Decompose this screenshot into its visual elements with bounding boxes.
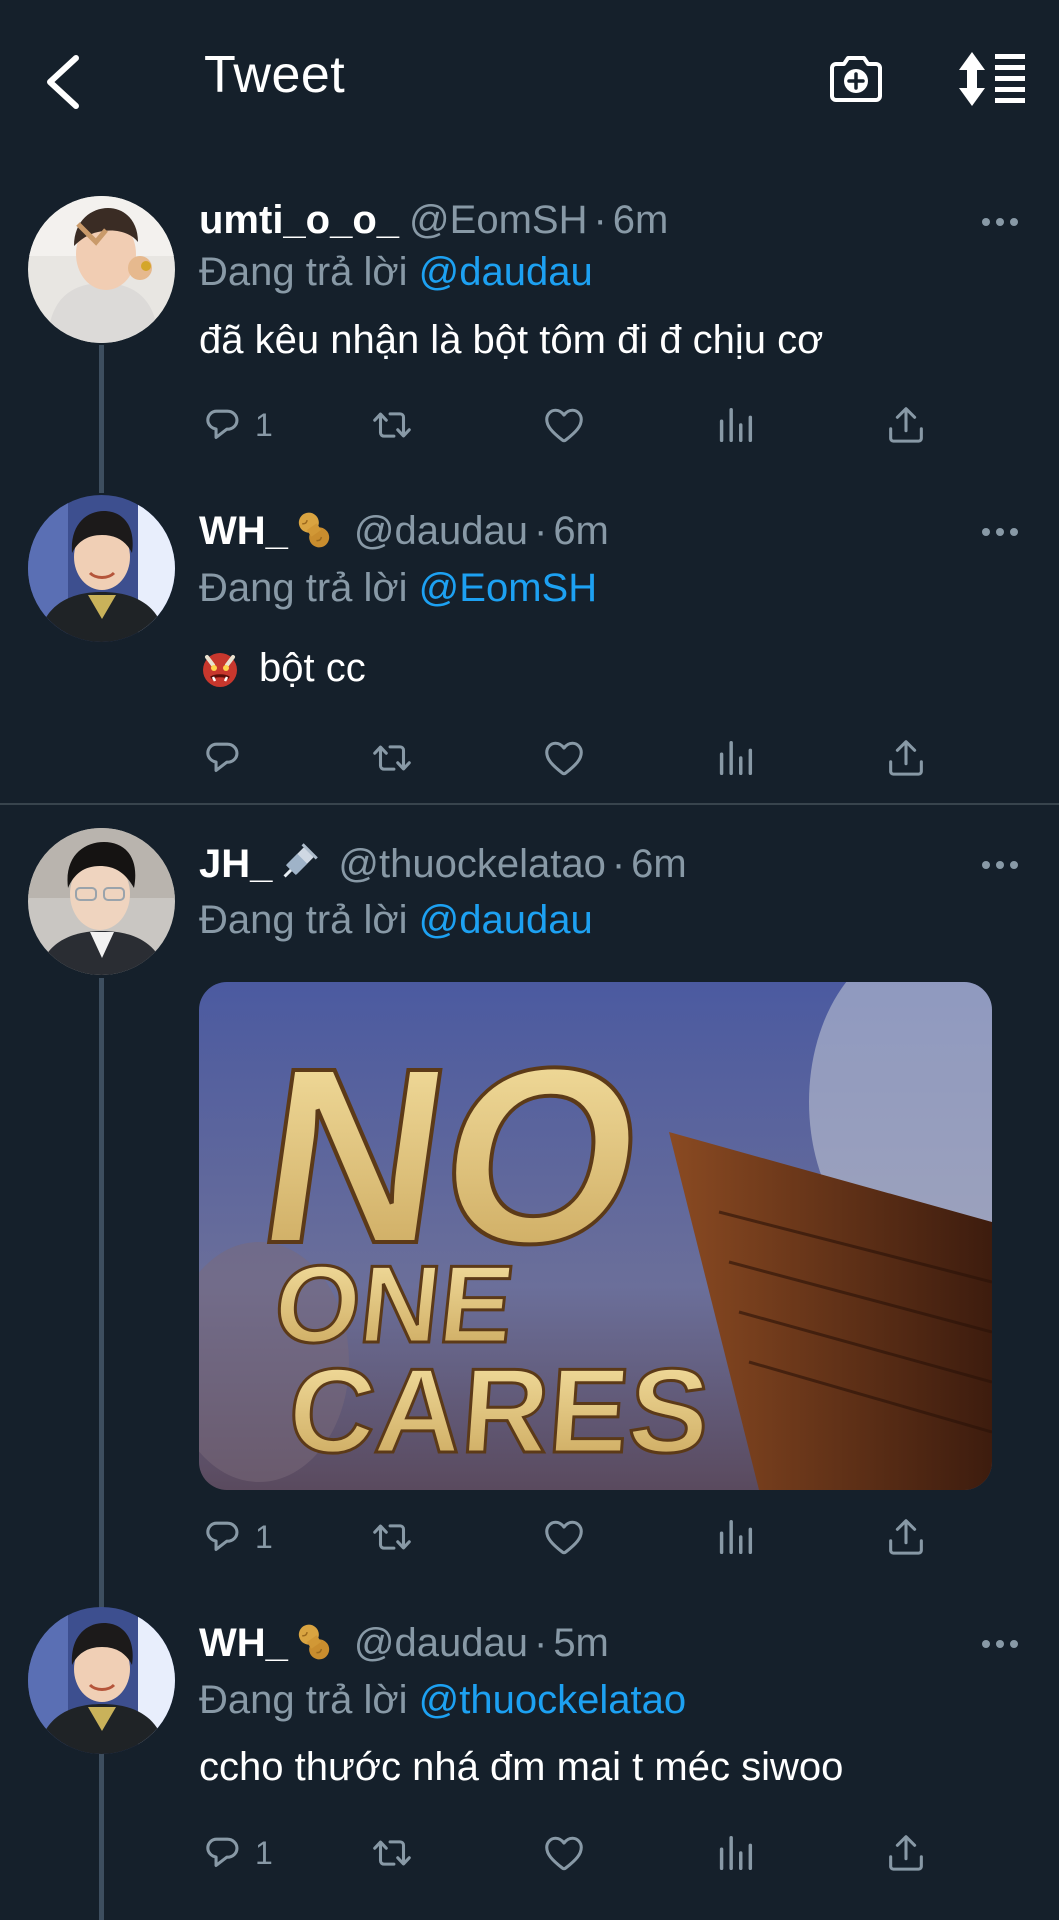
avatar[interactable] [28, 1607, 175, 1754]
handle[interactable]: @daudau [354, 1621, 528, 1665]
stats-button[interactable] [712, 1828, 758, 1878]
like-button[interactable] [541, 1828, 587, 1878]
share-button[interactable] [883, 1828, 929, 1878]
retweet-button[interactable] [369, 1828, 415, 1878]
heart-icon [541, 1830, 587, 1876]
tweet[interactable]: WH_ @daudau · 5m Đang trả lời @thuockelatao… [0, 0, 1059, 1920]
separator: · [533, 1621, 548, 1665]
replying-to-label: Đang trả lời [199, 1678, 408, 1722]
share-icon [883, 1830, 929, 1876]
reply-count: 1 [255, 1834, 273, 1871]
tweet-actions: 1 [199, 1828, 939, 1878]
peanut-icon [292, 1622, 336, 1662]
display-name[interactable]: WH_ [199, 1621, 288, 1665]
reply-button[interactable]: 1 [199, 1828, 273, 1878]
tweet-text: ccho thước nhá đm mai t méc siwoo [199, 1745, 844, 1789]
replying-to: Đang trả lời @thuockelatao [199, 1678, 686, 1723]
stats-icon [712, 1830, 758, 1876]
more-icon[interactable] [980, 1638, 1020, 1650]
reply-icon [199, 1830, 245, 1876]
retweet-icon [369, 1830, 415, 1876]
timestamp: 5m [553, 1621, 609, 1665]
mention-link[interactable]: @thuockelatao [419, 1678, 686, 1722]
tweet-header: WH_ @daudau · 5m [199, 1621, 609, 1666]
